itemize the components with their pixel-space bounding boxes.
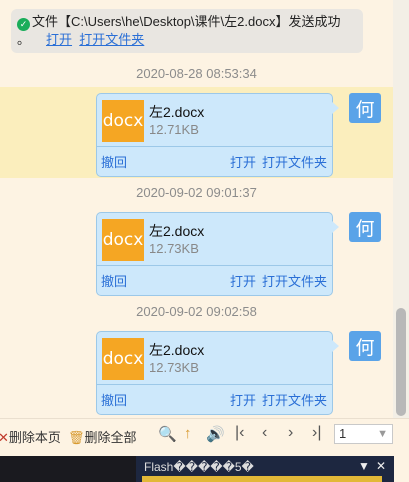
file-name: 左2.docx [149,223,205,239]
scrollbar-thumb[interactable] [396,308,406,416]
open-file-link[interactable]: 打开 [230,271,256,290]
file-message-card[interactable]: docx 左2.docx 12.73KB 撤回 打开 打开文件夹 [96,331,339,415]
speaker-icon[interactable]: 🔊 [206,425,225,443]
docx-file-icon: docx [102,219,144,261]
delete-page-label: 删除本页 [8,430,61,445]
chevron-down-icon: ▼ [377,428,388,440]
delete-all-label: 删除全部 [84,430,137,445]
first-page-icon[interactable]: |‹ [235,424,244,442]
last-page-icon[interactable]: ›| [312,424,321,442]
desktop-background [0,456,136,482]
vertical-scrollbar[interactable] [393,0,409,418]
withdraw-link[interactable]: 撤回 [101,271,127,290]
notice-open-folder-link[interactable]: 打开文件夹 [79,32,144,47]
chat-history: ✓ 文件【C:\Users\he\Desktop\课件\左2.docx】发送成功 … [0,0,393,418]
sender-avatar[interactable]: 何 [349,331,381,361]
up-arrow-icon[interactable]: ↑ [184,425,192,442]
file-name: 左2.docx [149,104,205,120]
flash-popup[interactable]: Flash�����5� ▼ ✕ [136,456,394,482]
card-divider [97,265,332,266]
page-number-value: 1 [339,426,347,441]
open-file-link[interactable]: 打开 [230,390,256,409]
notice-open-link[interactable]: 打开 [46,32,72,47]
notice-text: 文件【C:\Users\he\Desktop\课件\左2.docx】发送成功 [32,14,341,29]
message-timestamp: 2020-08-28 08:53:34 [136,66,257,81]
docx-file-icon: docx [102,100,144,142]
check-circle-icon: ✓ [17,18,30,31]
next-page-icon[interactable]: › [288,424,293,442]
sender-avatar[interactable]: 何 [349,212,381,242]
file-name: 左2.docx [149,342,205,358]
file-size: 12.73KB [149,360,199,375]
delete-all-button[interactable]: 🗑删除全部 [68,427,137,446]
open-folder-link[interactable]: 打开文件夹 [262,271,327,290]
notice-dot: 。 [17,32,31,47]
withdraw-link[interactable]: 撤回 [101,152,127,171]
message-timestamp: 2020-09-02 09:01:37 [136,185,257,200]
page-number-select[interactable]: 1 ▼ [334,424,393,444]
flash-close-icon[interactable]: ✕ [376,459,386,473]
history-toolbar: ✕删除本页 🗑删除全部 🔍 ↑ 🔊 |‹ ‹ › ›| 1 ▼ [0,418,409,454]
search-icon[interactable]: 🔍 [158,425,177,443]
trash-icon: 🗑 [68,430,85,445]
withdraw-link[interactable]: 撤回 [101,390,127,409]
open-file-link[interactable]: 打开 [230,152,256,171]
file-size: 12.73KB [149,241,199,256]
send-success-notice: ✓ 文件【C:\Users\he\Desktop\课件\左2.docx】发送成功 … [11,9,363,53]
delete-page-button[interactable]: ✕删除本页 [0,427,61,446]
file-size: 12.71KB [149,122,199,137]
file-message-card[interactable]: docx 左2.docx 12.71KB 撤回 打开 打开文件夹 [96,93,339,177]
flash-minimize-icon[interactable]: ▼ [358,459,370,473]
docx-file-icon: docx [102,338,144,380]
open-folder-link[interactable]: 打开文件夹 [262,152,327,171]
open-folder-link[interactable]: 打开文件夹 [262,390,327,409]
close-icon: ✕ [0,430,9,445]
flash-ad-image [142,476,382,482]
message-timestamp: 2020-09-02 09:02:58 [136,304,257,319]
sender-avatar[interactable]: 何 [349,93,381,123]
file-message-card[interactable]: docx 左2.docx 12.73KB 撤回 打开 打开文件夹 [96,212,339,296]
flash-title: Flash�����5� [144,460,254,474]
card-divider [97,146,332,147]
prev-page-icon[interactable]: ‹ [262,424,267,442]
card-divider [97,384,332,385]
